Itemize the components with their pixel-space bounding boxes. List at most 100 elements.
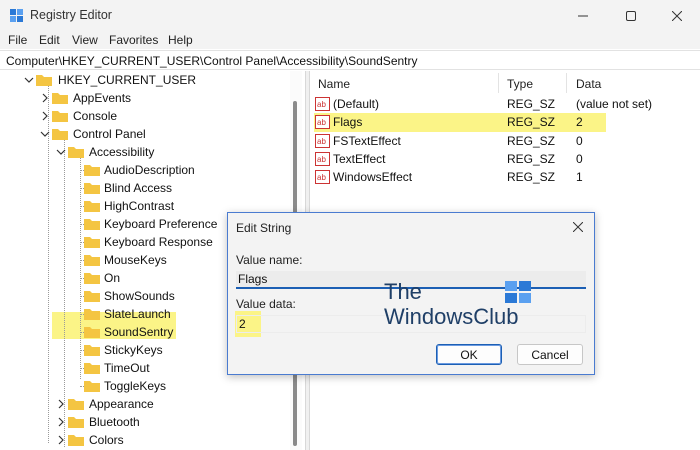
value-row-default[interactable]: ab (Default) REG_SZ (value not set) xyxy=(310,95,700,113)
chevron-down-icon[interactable] xyxy=(40,129,50,139)
folder-icon xyxy=(68,147,84,158)
chevron-right-icon[interactable] xyxy=(56,435,66,445)
watermark-line1: The xyxy=(384,279,422,304)
value-row-fstexteffect[interactable]: ab FSTextEffect REG_SZ 0 xyxy=(310,132,700,150)
svg-text:ab: ab xyxy=(317,173,326,182)
value-name: WindowsEffect xyxy=(333,170,413,184)
tree-item-label: AppEvents xyxy=(73,91,132,105)
tree-item-label: HighContrast xyxy=(104,199,175,213)
folder-icon xyxy=(52,111,68,122)
menu-favorites[interactable]: Favorites xyxy=(109,33,158,47)
tree-item-label: SoundSentry xyxy=(104,325,174,339)
tree-item-console[interactable]: Console xyxy=(0,107,290,125)
folder-icon xyxy=(36,75,52,86)
menu-edit[interactable]: Edit xyxy=(39,33,60,47)
value-data: 2 xyxy=(576,115,583,129)
tree-item-control-panel[interactable]: Control Panel xyxy=(0,125,290,143)
value-name: (Default) xyxy=(333,97,380,111)
watermark-line2: WindowsClub xyxy=(384,304,519,329)
value-row-flags[interactable]: ab Flags REG_SZ 2 xyxy=(310,113,700,131)
value-data: 1 xyxy=(576,170,583,184)
svg-text:ab: ab xyxy=(317,118,326,127)
minimize-button[interactable] xyxy=(560,0,606,31)
folder-icon xyxy=(84,201,100,212)
column-header-type[interactable]: Type xyxy=(507,77,533,91)
folder-icon xyxy=(68,399,84,410)
tree-item-label: Accessibility xyxy=(89,145,155,159)
folder-icon xyxy=(84,327,100,338)
close-icon xyxy=(573,222,583,232)
column-divider[interactable] xyxy=(566,73,567,93)
folder-icon xyxy=(68,435,84,446)
cancel-button[interactable]: Cancel xyxy=(517,344,583,365)
tree-item-appevents[interactable]: AppEvents xyxy=(0,89,290,107)
close-icon xyxy=(672,10,682,21)
value-data: (value not set) xyxy=(576,97,653,111)
tree-item-label: Bluetooth xyxy=(89,415,140,429)
folder-icon xyxy=(84,381,100,392)
chevron-right-icon[interactable] xyxy=(40,111,50,121)
tree-item-togglekeys[interactable]: ToggleKeys xyxy=(0,377,290,395)
chevron-right-icon[interactable] xyxy=(56,399,66,409)
folder-icon xyxy=(68,417,84,428)
value-data: 0 xyxy=(576,152,583,166)
tree-item-hkey-current-user[interactable]: HKEY_CURRENT_USER xyxy=(0,71,290,89)
value-name-label: Value name: xyxy=(236,253,303,267)
tree-item-label: ToggleKeys xyxy=(104,379,167,393)
folder-icon xyxy=(84,183,100,194)
tree-item-appearance[interactable]: Appearance xyxy=(0,395,290,413)
folder-icon xyxy=(52,93,68,104)
folder-icon xyxy=(84,219,100,230)
chevron-down-icon[interactable] xyxy=(56,147,66,157)
value-data: 0 xyxy=(576,134,583,148)
minimize-icon xyxy=(578,15,588,16)
value-row-texteffect[interactable]: ab TextEffect REG_SZ 0 xyxy=(310,150,700,168)
chevron-right-icon[interactable] xyxy=(40,93,50,103)
value-name: TextEffect xyxy=(333,152,386,166)
tree-item-bluetooth[interactable]: Bluetooth xyxy=(0,413,290,431)
tree-item-accessibility[interactable]: Accessibility xyxy=(0,143,290,161)
tree-item-label: ShowSounds xyxy=(104,289,175,303)
tree-item-label: TimeOut xyxy=(104,361,150,375)
string-value-icon: ab xyxy=(315,97,330,111)
registry-editor-icon xyxy=(10,9,23,22)
folder-icon xyxy=(84,363,100,374)
tree-item-audiodescription[interactable]: AudioDescription xyxy=(0,161,290,179)
tree-item-label: Keyboard Preference xyxy=(104,217,218,231)
menu-file[interactable]: File xyxy=(8,33,27,47)
dialog-title: Edit String xyxy=(236,221,292,235)
string-value-icon: ab xyxy=(315,152,330,166)
tree-item-label: On xyxy=(104,271,121,285)
tree-item-label: AudioDescription xyxy=(104,163,195,177)
svg-text:ab: ab xyxy=(317,100,326,109)
column-header-data[interactable]: Data xyxy=(576,77,601,91)
tree-item-blind-access[interactable]: Blind Access xyxy=(0,179,290,197)
column-divider[interactable] xyxy=(498,73,499,93)
maximize-button[interactable] xyxy=(608,0,654,31)
value-type: REG_SZ xyxy=(507,134,556,148)
value-name: FSTextEffect xyxy=(333,134,401,148)
folder-icon xyxy=(84,345,100,356)
folder-icon xyxy=(84,273,100,284)
value-row-windowseffect[interactable]: ab WindowsEffect REG_SZ 1 xyxy=(310,168,700,186)
menu-view[interactable]: View xyxy=(72,33,98,47)
address-path: Computer\HKEY_CURRENT_USER\Control Panel… xyxy=(6,54,418,68)
dialog-close-button[interactable] xyxy=(568,218,588,236)
close-button[interactable] xyxy=(654,0,700,31)
maximize-icon xyxy=(626,10,636,21)
folder-icon xyxy=(84,291,100,302)
folder-icon xyxy=(84,255,100,266)
ok-button[interactable]: OK xyxy=(436,344,502,365)
column-header-name[interactable]: Name xyxy=(318,77,350,91)
chevron-right-icon[interactable] xyxy=(56,417,66,427)
menu-help[interactable]: Help xyxy=(168,33,193,47)
chevron-down-icon[interactable] xyxy=(24,75,34,85)
value-type: REG_SZ xyxy=(507,97,556,111)
address-bar[interactable]: Computer\HKEY_CURRENT_USER\Control Panel… xyxy=(0,50,700,70)
tree-item-label: Control Panel xyxy=(73,127,146,141)
value-type: REG_SZ xyxy=(507,152,556,166)
tree-item-label: HKEY_CURRENT_USER xyxy=(58,73,197,87)
tree-item-colors[interactable]: Colors xyxy=(0,431,290,449)
tree-item-label: MouseKeys xyxy=(104,253,167,267)
value-type: REG_SZ xyxy=(507,115,556,129)
